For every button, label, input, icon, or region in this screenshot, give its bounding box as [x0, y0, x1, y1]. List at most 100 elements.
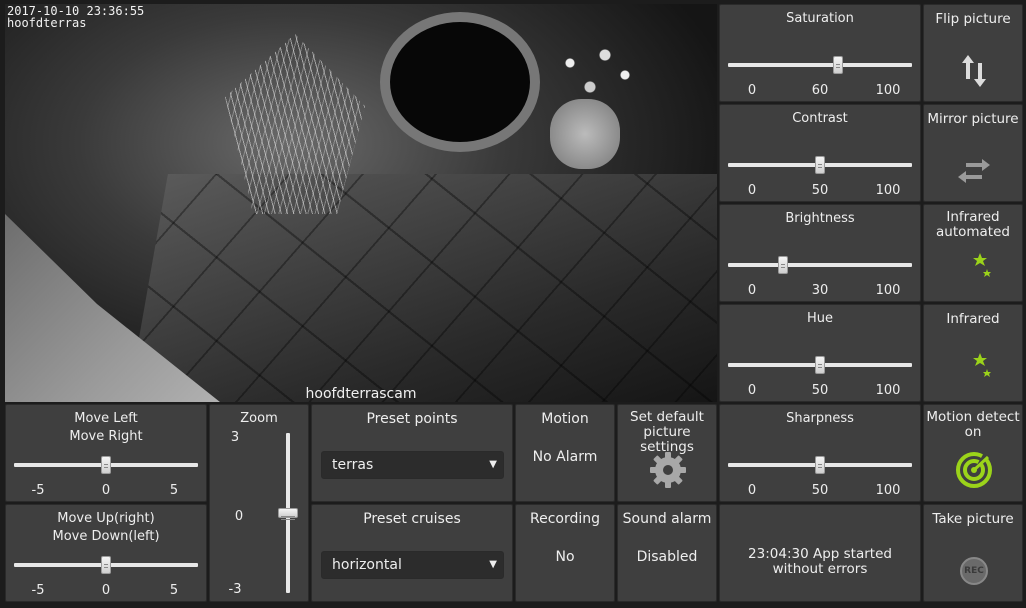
move-up-down-value: 0	[101, 583, 111, 598]
camera-caption: hoofdterrascam	[305, 386, 417, 402]
motion-detect-button[interactable]: Motion detect on	[923, 404, 1023, 502]
mirror-picture-button[interactable]: Mirror picture	[923, 104, 1023, 202]
chevron-down-icon: ▼	[489, 559, 497, 570]
brightness-slider-track[interactable]	[728, 263, 912, 267]
camera-osd: 2017-10-10 23:36:55 hoofdterras	[7, 5, 144, 29]
sharpness-slider-thumb[interactable]	[815, 456, 825, 474]
recording-status-label: Recording	[529, 511, 601, 527]
contrast-value: 50	[811, 183, 829, 198]
radar-target-icon	[956, 451, 993, 488]
set-default-picture-settings-button[interactable]: Set default picture settings	[617, 404, 717, 502]
take-picture-label: Take picture	[932, 511, 1014, 527]
brightness-min: 0	[747, 283, 757, 298]
preset-cruises-panel: Preset cruises horizontal ▼	[311, 504, 513, 602]
brightness-label: Brightness	[785, 211, 855, 226]
mirror-horizontal-arrows-icon	[958, 159, 990, 183]
move-left-right-panel: Move Left Move Right -5 0 5	[5, 404, 207, 502]
zoom-panel: Zoom 3 0 -3	[209, 404, 309, 602]
camera-feed: 2017-10-10 23:36:55 hoofdterras hoofdter…	[5, 4, 717, 402]
sharpness-value: 50	[811, 483, 829, 498]
zoom-min: -3	[228, 582, 242, 597]
sharpness-min: 0	[747, 483, 757, 498]
move-up-down-panel: Move Up(right) Move Down(left) -5 0 5	[5, 504, 207, 602]
brightness-value: 30	[811, 283, 829, 298]
log-message: 23:04:30 App started without errors	[748, 546, 892, 577]
flip-picture-button[interactable]: Flip picture	[923, 4, 1023, 102]
move-left-right-label: Move Left Move Right	[6, 410, 206, 446]
gear-icon	[650, 452, 686, 488]
zoom-slider-thumb[interactable]	[278, 508, 298, 520]
saturation-slider-track[interactable]	[728, 63, 912, 67]
rec-icon: REC	[960, 557, 988, 585]
camera-flower-pot	[550, 99, 620, 169]
recording-status-value: No	[555, 549, 575, 565]
motion-detect-label-line1: Motion detect	[926, 409, 1020, 425]
set-default-label: Set default picture settings	[618, 410, 716, 455]
move-left-right-label-line2: Move Right	[69, 429, 143, 444]
preset-cruises-label: Preset cruises	[363, 511, 461, 527]
move-up-down-label: Move Up(right) Move Down(left)	[6, 510, 206, 546]
take-picture-button[interactable]: Take picture REC	[923, 504, 1023, 602]
saturation-min: 0	[747, 83, 757, 98]
camera-pond	[380, 12, 540, 152]
set-default-label-line1: Set default	[630, 409, 704, 425]
camera-osd-name: hoofdterras	[7, 16, 87, 30]
flip-picture-label: Flip picture	[935, 11, 1011, 27]
move-left-right-value: 0	[101, 483, 111, 498]
sharpness-panel: Sharpness 0 50 100	[719, 404, 921, 502]
hue-panel: Hue 0 50 100	[719, 304, 921, 402]
motion-status-panel: Motion No Alarm	[515, 404, 615, 502]
infrared-automated-button[interactable]: Infrared automated	[923, 204, 1023, 302]
contrast-panel: Contrast 0 50 100	[719, 104, 921, 202]
hue-max: 100	[875, 383, 901, 398]
zoom-value: 0	[234, 509, 244, 524]
move-up-down-label-line2: Move Down(left)	[52, 529, 160, 544]
flip-vertical-arrows-icon	[962, 55, 986, 87]
move-left-right-min: -5	[31, 483, 45, 498]
infrared-button[interactable]: Infrared	[923, 304, 1023, 402]
brightness-panel: Brightness 0 30 100	[719, 204, 921, 302]
preset-points-select[interactable]: terras ▼	[321, 451, 504, 479]
preset-cruises-select[interactable]: horizontal ▼	[321, 551, 504, 579]
sound-alarm-label: Sound alarm	[622, 511, 712, 527]
move-left-right-slider-thumb[interactable]	[101, 456, 111, 474]
preset-points-label: Preset points	[366, 411, 458, 427]
motion-status-label: Motion	[541, 411, 589, 427]
brightness-slider-thumb[interactable]	[778, 256, 789, 274]
sharpness-max: 100	[875, 483, 901, 498]
sound-alarm-panel: Sound alarm Disabled	[617, 504, 717, 602]
infrared-automated-label: Infrared automated	[924, 210, 1022, 240]
preset-cruises-selected: horizontal	[332, 557, 402, 573]
preset-points-selected: terras	[332, 457, 374, 473]
zoom-max: 3	[230, 430, 240, 445]
contrast-slider-thumb[interactable]	[815, 156, 825, 174]
saturation-slider-thumb[interactable]	[833, 56, 844, 74]
move-up-down-label-line1: Move Up(right)	[57, 511, 155, 526]
contrast-max: 100	[875, 183, 901, 198]
hue-min: 0	[747, 383, 757, 398]
moon-stars-icon	[963, 253, 991, 285]
hue-label: Hue	[806, 311, 833, 326]
move-up-down-min: -5	[31, 583, 45, 598]
mirror-picture-label: Mirror picture	[927, 111, 1019, 127]
contrast-min: 0	[747, 183, 757, 198]
saturation-value: 60	[811, 83, 829, 98]
moon-stars-icon	[963, 353, 991, 385]
move-up-down-slider-thumb[interactable]	[101, 556, 111, 574]
motion-status-value: No Alarm	[532, 449, 598, 465]
contrast-label: Contrast	[792, 111, 848, 126]
hue-slider-thumb[interactable]	[815, 356, 825, 374]
chevron-down-icon: ▼	[489, 459, 497, 470]
camera-floor-tiles	[122, 174, 717, 402]
zoom-label: Zoom	[240, 411, 278, 426]
infrared-automated-label-line2: automated	[936, 224, 1010, 240]
brightness-max: 100	[875, 283, 901, 298]
sharpness-label: Sharpness	[786, 411, 854, 426]
sound-alarm-value: Disabled	[636, 549, 698, 565]
move-left-right-max: 5	[169, 483, 179, 498]
motion-detect-label: Motion detect on	[924, 410, 1022, 440]
saturation-panel: Saturation 0 60 100	[719, 4, 921, 102]
motion-detect-label-line2: on	[964, 424, 982, 440]
infrared-automated-label-line1: Infrared	[946, 209, 1000, 225]
recording-status-panel: Recording No	[515, 504, 615, 602]
